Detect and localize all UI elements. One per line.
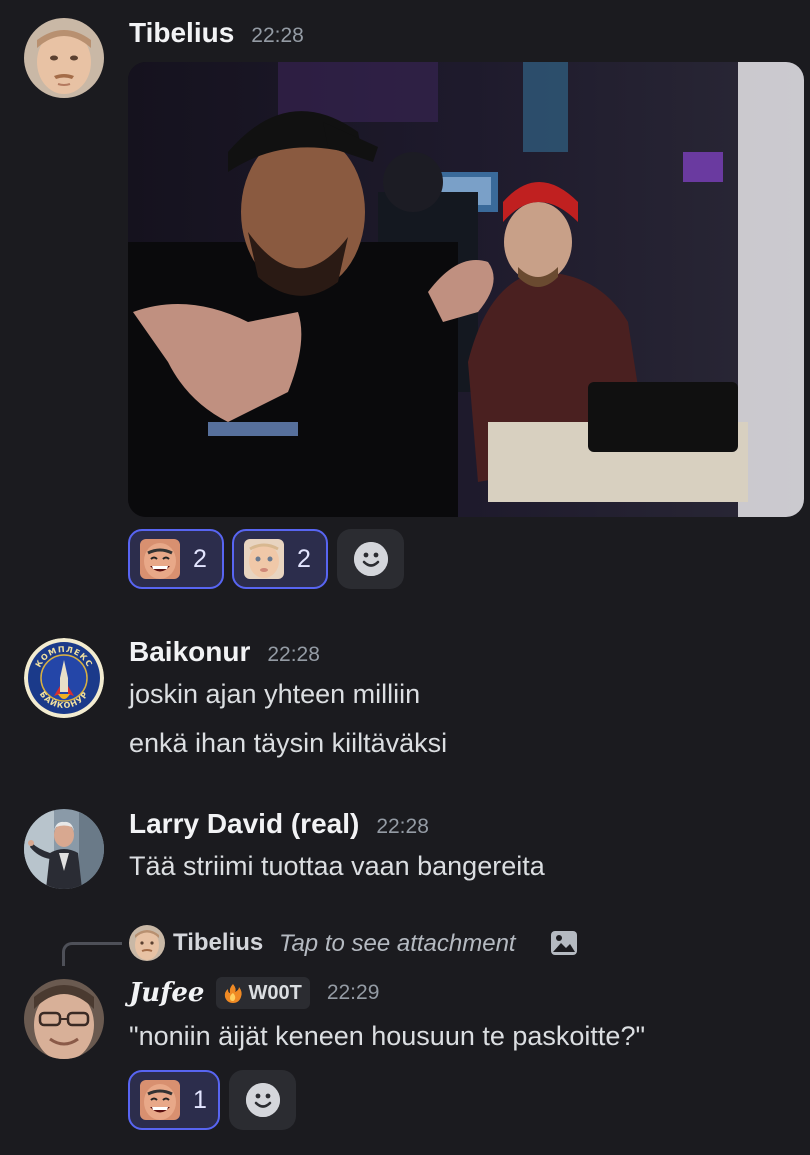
- fire-icon: [225, 984, 243, 1003]
- message-header: Baikonur 22:28: [129, 636, 320, 668]
- user-tag-badge[interactable]: W00T: [216, 977, 310, 1009]
- avatar-tibelius[interactable]: [24, 18, 104, 98]
- reply-avatar-tibelius[interactable]: [129, 925, 165, 961]
- timestamp: 22:29: [326, 981, 380, 1004]
- reply-username[interactable]: Tibelius: [173, 929, 263, 957]
- tag-label: W00T: [248, 981, 302, 1004]
- avatar-image: [24, 18, 104, 98]
- reply-connector-line: [62, 942, 122, 966]
- message-text: enkä ihan täysin kiiltäväksi: [129, 728, 448, 758]
- message-header: Larry David (real) 22:28: [129, 808, 429, 840]
- avatar-image: [129, 925, 165, 961]
- smile-face-icon: [353, 542, 388, 576]
- message-text: Tää striimi tuottaa vaan bangereita: [129, 851, 545, 881]
- add-reaction-button[interactable]: [337, 529, 404, 589]
- reply-preview-text[interactable]: Tap to see attachment: [279, 930, 516, 958]
- smile-face-icon: [245, 1083, 280, 1117]
- image-icon: [551, 931, 577, 955]
- baikonur-emblem-icon: КОМПЛЕКС БАЙКОНУР: [24, 638, 104, 718]
- reaction-count: 2: [193, 544, 207, 573]
- username[interactable]: Tibelius: [129, 17, 234, 49]
- chat-message-list: Tibelius 22:28 2 2 КОМПЛЕКС БАЙКОНУР Bai…: [0, 0, 810, 1155]
- image-attachment[interactable]: [128, 62, 804, 517]
- attachment-photo: [128, 62, 804, 517]
- avatar-image: [24, 809, 104, 889]
- timestamp: 22:28: [376, 815, 429, 838]
- message-header: Jufee W00T 22:29: [129, 977, 379, 1009]
- message-text: joskin ajan yhteen milliin: [129, 679, 421, 709]
- timestamp: 22:28: [251, 24, 304, 47]
- username[interactable]: Baikonur: [129, 636, 250, 668]
- reaction-laughing[interactable]: 1: [128, 1070, 220, 1130]
- reaction-count: 1: [193, 1085, 207, 1114]
- reaction-baby-face[interactable]: 2: [232, 529, 328, 589]
- avatar-baikonur[interactable]: КОМПЛЕКС БАЙКОНУР: [24, 638, 104, 718]
- reaction-count: 2: [297, 544, 311, 573]
- avatar-image: [24, 979, 104, 1059]
- message-text: "noniin äijät keneen housuun te paskoitt…: [129, 1021, 646, 1051]
- laughing-face-emote: [140, 1080, 180, 1120]
- timestamp: 22:28: [267, 643, 320, 666]
- avatar-larry-david[interactable]: [24, 809, 104, 889]
- add-reaction-button[interactable]: [229, 1070, 296, 1130]
- avatar-jufee[interactable]: [24, 979, 104, 1059]
- message-header: Tibelius 22:28: [129, 17, 304, 49]
- baby-face-emote: [244, 539, 284, 579]
- laughing-face-emote: [140, 539, 180, 579]
- reaction-laughing[interactable]: 2: [128, 529, 224, 589]
- username[interactable]: Larry David (real): [129, 808, 359, 840]
- username[interactable]: Jufee: [129, 978, 204, 1008]
